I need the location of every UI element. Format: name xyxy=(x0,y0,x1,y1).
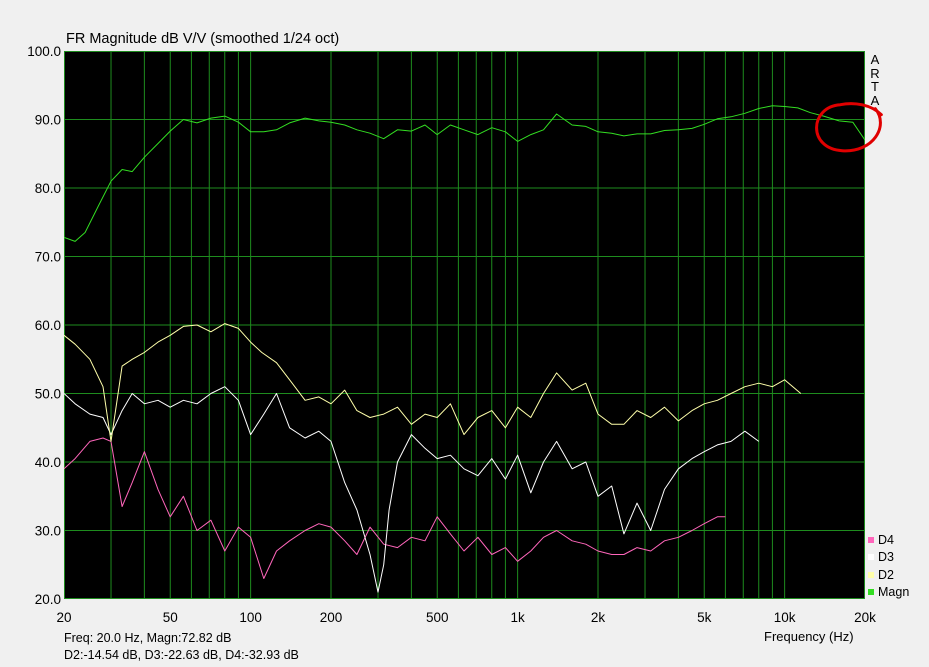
y-tick-label: 50.0 xyxy=(35,387,61,402)
y-tick-label: 60.0 xyxy=(35,318,61,333)
x-tick-label: 5k xyxy=(697,610,712,625)
arta-letter: A xyxy=(870,92,880,108)
y-tick-label: 30.0 xyxy=(35,524,61,539)
x-tick-label: 20k xyxy=(854,610,876,625)
y-tick-label: 70.0 xyxy=(35,250,61,265)
x-tick-labels: 20 50 100 200 500 1k 2k 5k 10k 20k xyxy=(56,610,876,625)
arta-letter: R xyxy=(870,65,880,81)
arta-letter: A xyxy=(870,52,880,67)
legend-label: D4 xyxy=(878,532,894,547)
legend-swatch-d4 xyxy=(868,536,874,543)
y-tick-label: 20.0 xyxy=(35,592,61,607)
x-tick-label: 20 xyxy=(56,610,71,625)
x-tick-label: 10k xyxy=(774,610,796,625)
x-tick-label: 200 xyxy=(320,610,343,625)
legend-item-magn[interactable]: Magn xyxy=(868,584,909,602)
x-tick-label: 1k xyxy=(510,610,525,625)
x-tick-label: 50 xyxy=(163,610,178,625)
legend-label: Magn xyxy=(878,585,910,600)
x-tick-label: 500 xyxy=(426,610,449,625)
legend-swatch-magn xyxy=(868,589,874,596)
legend-item-d4[interactable]: D4 xyxy=(868,531,909,549)
y-tick-label: 100.0 xyxy=(27,44,61,59)
y-tick-label: 40.0 xyxy=(35,455,61,470)
x-tick-label: 100 xyxy=(239,610,262,625)
readout-distortion: D2:-14.54 dB, D3:-22.63 dB, D4:-32.93 dB xyxy=(64,648,299,662)
x-tick-label: 2k xyxy=(591,610,606,625)
legend-label: D3 xyxy=(878,550,894,565)
y-tick-label: 90.0 xyxy=(35,113,61,128)
readout-freq-magn: Freq: 20.0 Hz, Magn:72.82 dB xyxy=(64,631,232,645)
chart-title: FR Magnitude dB V/V (smoothed 1/24 oct) xyxy=(66,31,340,47)
legend-swatch-d2 xyxy=(868,571,874,578)
legend-item-d2[interactable]: D2 xyxy=(868,566,909,584)
x-axis-label: Frequency (Hz) xyxy=(764,629,854,644)
legend-label: D2 xyxy=(878,567,894,582)
cursor-readout: Freq: 20.0 Hz, Magn:72.82 dB D2:-14.54 d… xyxy=(64,630,299,664)
arta-letter: T xyxy=(871,79,879,94)
legend-swatch-d3 xyxy=(868,554,874,561)
legend-item-d3[interactable]: D3 xyxy=(868,549,909,567)
chart: 100.0 90.0 80.0 70.0 60.0 50.0 40.0 30.0 20.0 20… xyxy=(27,44,883,625)
legend: D4 D3 D2 Magn xyxy=(868,531,909,601)
y-tick-label: 80.0 xyxy=(35,181,61,196)
y-tick-labels: 100.0 90.0 80.0 70.0 60.0 50.0 40.0 30.0 20.0 xyxy=(27,44,61,607)
arta-logo: A R T A xyxy=(868,53,882,107)
